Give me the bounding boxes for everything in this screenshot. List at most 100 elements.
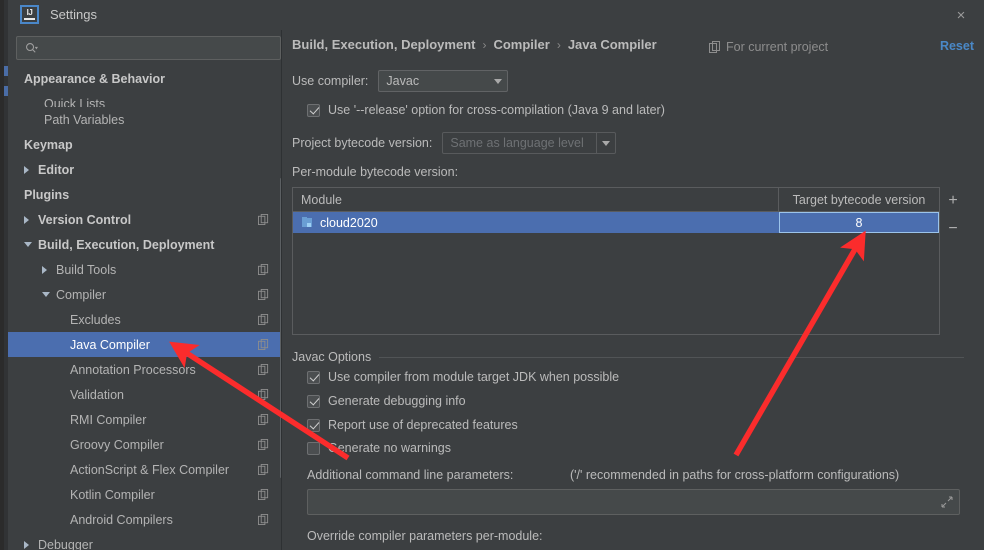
chevron-down-icon[interactable] <box>42 292 50 297</box>
sidebar-item-appearance-behavior[interactable]: Appearance & Behavior <box>8 66 281 91</box>
sidebar-item-label: Editor <box>38 162 75 177</box>
search-input[interactable] <box>16 36 281 60</box>
sidebar-item-label: Excludes <box>70 312 121 327</box>
sidebar-item-label: Kotlin Compiler <box>70 487 155 502</box>
settings-tree: Appearance & Behavior Quick Lists Path Var… <box>8 66 281 550</box>
breadcrumb-part-3: Java Compiler <box>567 37 657 52</box>
chevron-right-icon[interactable] <box>24 540 29 549</box>
reset-link[interactable]: Reset <box>940 39 974 53</box>
table-row[interactable]: cloud2020 8 <box>293 212 939 233</box>
project-scope-icon <box>258 314 269 325</box>
sidebar-item-editor[interactable]: Editor <box>8 157 281 182</box>
javac-option-label: Report use of deprecated features <box>328 418 518 432</box>
sidebar-item-excludes[interactable]: Excludes <box>8 307 281 332</box>
close-icon[interactable]: × <box>952 6 970 24</box>
java-compiler-panel: Build, Execution, Deployment › Compiler › Ja… <box>282 30 984 550</box>
chevron-right-icon[interactable] <box>24 165 29 174</box>
javac-option-label: Generate no warnings <box>328 441 451 455</box>
sidebar-item-groovy-compiler[interactable]: Groovy Compiler <box>8 432 281 457</box>
javac-option-row[interactable]: Use compiler from module target JDK when… <box>307 370 619 384</box>
sidebar-item-debugger[interactable]: Debugger <box>8 532 281 550</box>
chevron-down-icon[interactable] <box>24 242 32 247</box>
sidebar-item-label: Groovy Compiler <box>70 437 164 452</box>
sidebar-item-plugins[interactable]: Plugins <box>8 182 281 207</box>
project-scope-icon <box>258 339 269 350</box>
additional-params-input[interactable] <box>307 489 960 515</box>
for-current-project-label: For current project <box>709 40 828 54</box>
sidebar-item-path-variables[interactable]: Path Variables <box>8 107 281 132</box>
sidebar-item-label: Debugger <box>38 537 93 550</box>
sidebar-item-compiler[interactable]: Compiler <box>8 282 281 307</box>
add-module-button[interactable]: + <box>941 187 965 215</box>
sidebar-item-label: Build, Execution, Deployment <box>38 237 215 252</box>
use-release-option-checkbox[interactable] <box>307 103 320 117</box>
sidebar-item-version-control[interactable]: Version Control <box>8 207 281 232</box>
per-module-bytecode-label: Per-module bytecode version: <box>292 165 459 179</box>
sidebar-item-build-execution-deployment[interactable]: Build, Execution, Deployment <box>8 232 281 257</box>
sidebar-item-label: Path Variables <box>44 112 125 127</box>
sidebar-item-label: ActionScript & Flex Compiler <box>70 462 230 477</box>
sidebar-item-keymap[interactable]: Keymap <box>8 132 281 157</box>
module-icon <box>302 217 312 227</box>
chevron-right-icon[interactable] <box>42 265 47 274</box>
sidebar-item-label: Appearance & Behavior <box>24 71 166 86</box>
javac-option-checkbox[interactable] <box>307 418 320 432</box>
logo-underline <box>24 18 35 20</box>
chevron-right-icon[interactable] <box>24 215 29 224</box>
additional-params-hint-row: ('/' recommended in paths for cross-plat… <box>570 468 899 482</box>
javac-option-row[interactable]: Generate no warnings <box>307 441 451 455</box>
javac-option-row[interactable]: Generate debugging info <box>307 394 466 408</box>
table-cell-target-bytecode[interactable]: 8 <box>779 212 939 233</box>
expand-icon[interactable] <box>941 496 953 508</box>
javac-option-label: Use compiler from module target JDK when… <box>328 370 620 384</box>
project-scope-icon <box>258 489 269 500</box>
project-scope-icon <box>258 414 269 425</box>
table-cell-target-text: 8 <box>855 215 863 230</box>
sidebar-item-actionscript-flex-compiler[interactable]: ActionScript & Flex Compiler <box>8 457 281 482</box>
javac-option-label: Generate debugging info <box>328 394 466 408</box>
sidebar-item-rmi-compiler[interactable]: RMI Compiler <box>8 407 281 432</box>
override-params-label: Override compiler parameters per-module: <box>307 529 543 543</box>
sidebar-item-label: Validation <box>70 387 124 402</box>
additional-params-label-row: Additional command line parameters: <box>307 468 513 482</box>
table-cell-module-text: cloud2020 <box>320 215 378 230</box>
sidebar-item-java-compiler[interactable]: Java Compiler <box>8 332 281 357</box>
sidebar-item-build-tools[interactable]: Build Tools <box>8 257 281 282</box>
settings-dialog: IJ Settings × Appearance & Behavior Quick… <box>0 0 984 550</box>
project-bytecode-select[interactable]: Same as language level <box>442 132 617 154</box>
sidebar-item-annotation-processors[interactable]: Annotation Processors <box>8 357 281 382</box>
remove-module-button[interactable]: − <box>941 215 965 243</box>
sidebar-item-kotlin-compiler[interactable]: Kotlin Compiler <box>8 482 281 507</box>
breadcrumb: Build, Execution, Deployment › Compiler › Ja… <box>292 37 657 52</box>
sidebar-item-label: Java Compiler <box>70 337 150 352</box>
javac-option-row[interactable]: Report use of deprecated features <box>307 418 518 432</box>
search-icon <box>26 43 38 53</box>
sidebar-item-label: RMI Compiler <box>70 412 147 427</box>
sidebar-item-quick-lists[interactable]: Quick Lists <box>8 91 281 107</box>
table-header-module[interactable]: Module <box>293 188 779 211</box>
javac-options-title: Javac Options <box>292 350 372 364</box>
sidebar-item-android-compilers[interactable]: Android Compilers <box>8 507 281 532</box>
project-scope-icon <box>258 464 269 475</box>
javac-option-checkbox[interactable] <box>307 370 320 384</box>
breadcrumb-part-1[interactable]: Build, Execution, Deployment <box>292 37 475 52</box>
project-scope-icon <box>258 264 269 275</box>
table-header-row: Module Target bytecode version <box>293 188 939 212</box>
project-bytecode-label: Project bytecode version: <box>292 136 433 150</box>
project-scope-icon <box>709 41 720 53</box>
sidebar-item-validation[interactable]: Validation <box>8 382 281 407</box>
ide-background-edge <box>0 0 4 550</box>
table-cell-module[interactable]: cloud2020 <box>293 212 779 233</box>
breadcrumb-part-2[interactable]: Compiler <box>493 37 549 52</box>
sidebar-item-label: Plugins <box>24 187 70 202</box>
sidebar-item-label: Android Compilers <box>70 512 173 527</box>
per-module-bytecode-label-row: Per-module bytecode version: <box>292 165 458 179</box>
javac-option-checkbox[interactable] <box>307 394 320 408</box>
use-release-option-checkbox-row[interactable]: Use '--release' option for cross-compila… <box>307 103 665 117</box>
table-header-target[interactable]: Target bytecode version <box>779 188 939 211</box>
chevron-down-icon <box>488 78 507 84</box>
project-scope-icon <box>258 514 269 525</box>
javac-option-checkbox[interactable] <box>307 441 320 455</box>
search-field-wrapper <box>16 36 281 60</box>
use-compiler-select[interactable]: Javac <box>378 70 509 92</box>
